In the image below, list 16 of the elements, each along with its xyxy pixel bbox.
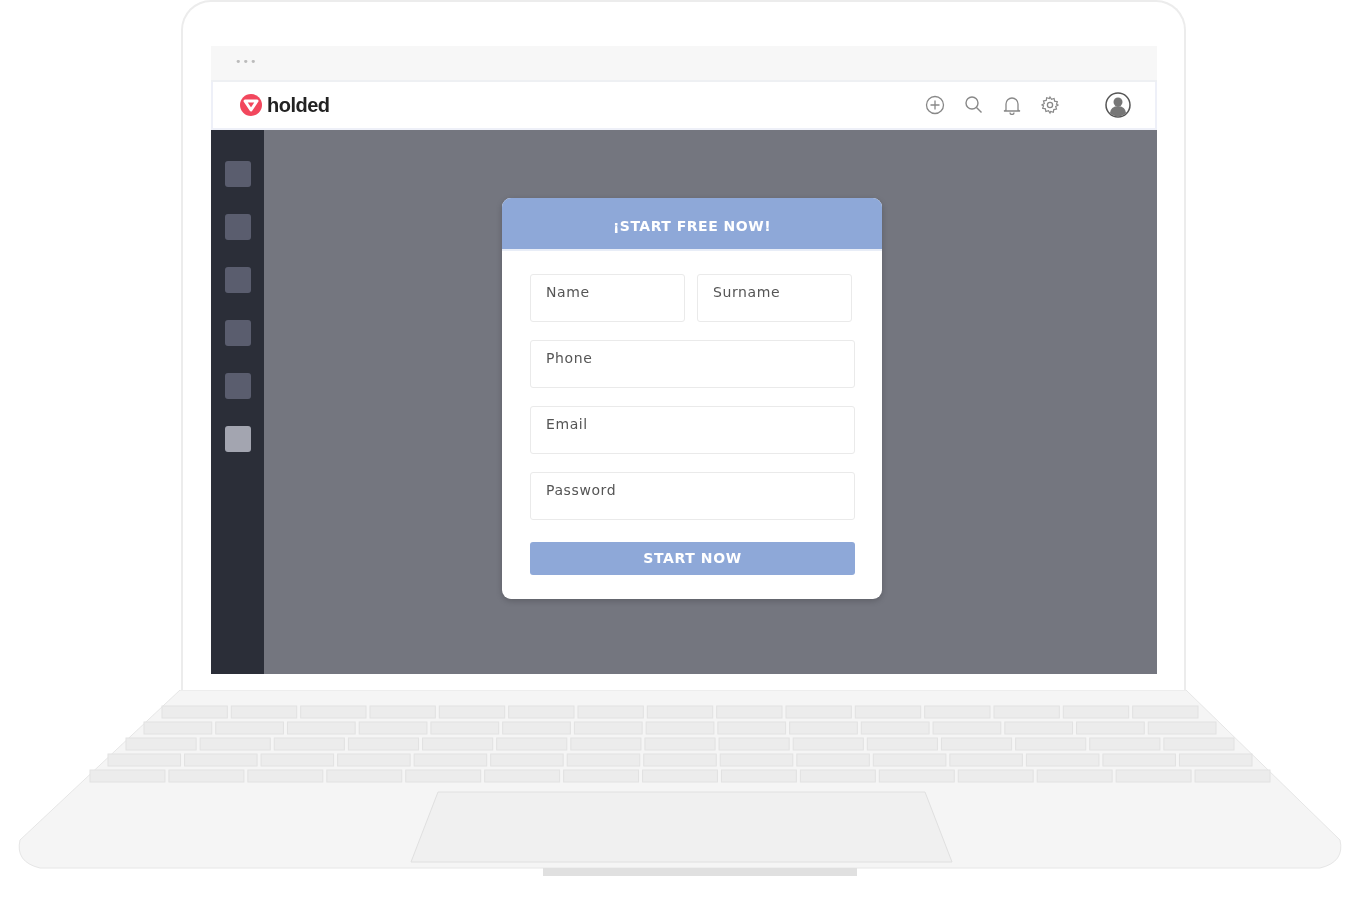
input-field[interactable]: Password bbox=[530, 472, 855, 520]
card-title: ¡START FREE NOW! bbox=[502, 198, 882, 251]
avatar-icon[interactable] bbox=[1105, 92, 1131, 118]
input-field[interactable]: Email bbox=[530, 406, 855, 454]
input-field[interactable]: Phone bbox=[530, 340, 855, 388]
search-icon[interactable] bbox=[964, 95, 984, 115]
add-icon[interactable] bbox=[925, 95, 945, 115]
settings-icon[interactable] bbox=[1040, 95, 1060, 115]
input-field[interactable]: Name bbox=[530, 274, 685, 322]
window-dots: ••• bbox=[235, 55, 258, 68]
input-field[interactable]: Surname bbox=[697, 274, 852, 322]
start-now-button[interactable]: START NOW bbox=[530, 542, 855, 575]
logo-icon bbox=[239, 93, 263, 117]
logo-text: holded bbox=[267, 93, 330, 118]
bell-icon[interactable] bbox=[1003, 95, 1021, 115]
sidebar-item[interactable] bbox=[224, 426, 251, 452]
